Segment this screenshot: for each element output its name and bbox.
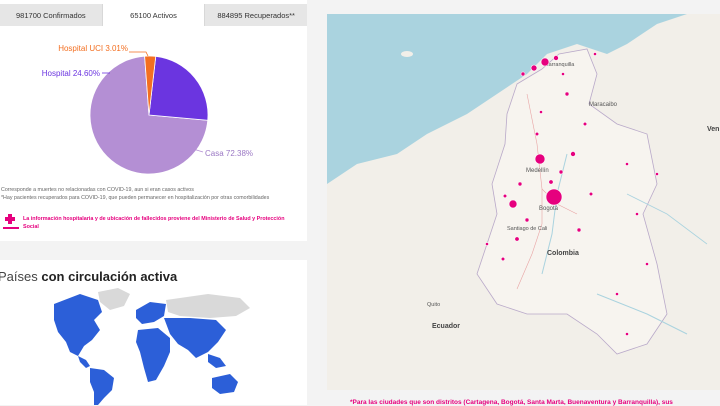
marker-medellin[interactable]: [534, 153, 546, 165]
source-notice: La información hospitalaria y de ubicaci…: [3, 213, 293, 235]
marker[interactable]: [582, 121, 588, 127]
medical-cross-icon: [3, 214, 19, 229]
marker[interactable]: [548, 179, 554, 185]
marker[interactable]: [534, 131, 540, 137]
source-text: La información hospitalaria y de ubicaci…: [23, 216, 285, 230]
marker[interactable]: [625, 332, 629, 336]
greenland-shape: [98, 288, 130, 310]
marker[interactable]: [564, 91, 570, 97]
marker-cali[interactable]: [508, 199, 518, 209]
footnote-2: *Hay pacientes recuperados para COVID-19…: [1, 195, 270, 201]
tab-confirmados[interactable]: 981700 Confirmados: [0, 4, 103, 26]
colombia-map[interactable]: Maracaibo Barranquilla Medellín Bogotá S…: [327, 14, 720, 390]
map-label-colombia: Colombia: [547, 250, 579, 257]
south-america-shape: [90, 368, 114, 405]
countries-title: Países con circulación activa: [0, 269, 178, 284]
left-panel: 981700 Confirmados 65100 Activos 884895 …: [0, 0, 308, 405]
marker[interactable]: [514, 236, 520, 242]
cases-tabs: 981700 Confirmados 65100 Activos 884895 …: [0, 4, 308, 26]
world-map[interactable]: [40, 286, 260, 405]
russia-shape: [166, 294, 250, 318]
southeast-asia-shape: [208, 354, 226, 368]
marker[interactable]: [539, 110, 543, 114]
pie-label-casa: Casa 72.38%: [205, 149, 253, 158]
map-label-medellin: Medellín: [526, 168, 549, 174]
tab-recuperados[interactable]: 884895 Recuperados**: [205, 4, 308, 26]
marker[interactable]: [625, 162, 629, 166]
map-label-ecuador: Ecuador: [432, 323, 460, 330]
footnotes: Corresponde a muertes no relacionadas co…: [1, 186, 301, 202]
australia-shape: [212, 374, 238, 394]
marker-bogota[interactable]: [545, 188, 563, 206]
marker[interactable]: [615, 292, 619, 296]
map-label-cali: Santiago de Cali: [507, 226, 547, 232]
marker[interactable]: [517, 181, 523, 187]
marker[interactable]: [588, 191, 594, 197]
map-canvas[interactable]: Maracaibo Barranquilla Medellín Bogotá S…: [327, 14, 720, 390]
map-label-bogota: Bogotá: [539, 206, 559, 212]
footnote-1: Corresponde a muertes no relacionadas co…: [1, 187, 194, 193]
marker[interactable]: [635, 212, 639, 216]
map-label-venezuela: Ven: [707, 126, 719, 133]
marker[interactable]: [561, 72, 565, 76]
map-label-barranquilla: Barranquilla: [545, 62, 575, 68]
asia-shape: [164, 318, 226, 358]
marker[interactable]: [593, 52, 597, 56]
marker[interactable]: [570, 151, 576, 157]
marker-cartagena[interactable]: [530, 64, 538, 72]
cases-card: 981700 Confirmados 65100 Activos 884895 …: [0, 0, 308, 241]
marker[interactable]: [524, 217, 530, 223]
pie-label-hospital: Hospital 24.60%: [42, 69, 100, 78]
tab-activos[interactable]: 65100 Activos: [102, 4, 206, 26]
marker[interactable]: [502, 193, 508, 199]
north-america-shape: [54, 294, 102, 356]
active-cases-pie-chart: Hospital UCI 3.01% Hospital 24.60% Casa …: [42, 44, 253, 175]
map-label-quito: Quito: [427, 302, 440, 308]
map-label-maracaibo: Maracaibo: [589, 102, 618, 108]
island-shape: [401, 51, 413, 57]
marker[interactable]: [558, 169, 564, 175]
europe-shape: [136, 302, 166, 324]
marker[interactable]: [485, 242, 489, 246]
marker[interactable]: [655, 172, 659, 176]
uci-leader-line: [129, 51, 149, 57]
africa-shape: [136, 328, 170, 382]
marker-barranquilla[interactable]: [540, 57, 550, 67]
marker-santa-marta[interactable]: [553, 55, 559, 61]
marker[interactable]: [500, 256, 506, 262]
marker[interactable]: [520, 71, 526, 77]
pie-label-hospital-uci: Hospital UCI 3.01%: [58, 44, 128, 53]
marker[interactable]: [576, 227, 582, 233]
marker[interactable]: [645, 262, 649, 266]
pie-slice-hospital[interactable]: [148, 55, 209, 121]
central-america-shape: [78, 356, 90, 368]
